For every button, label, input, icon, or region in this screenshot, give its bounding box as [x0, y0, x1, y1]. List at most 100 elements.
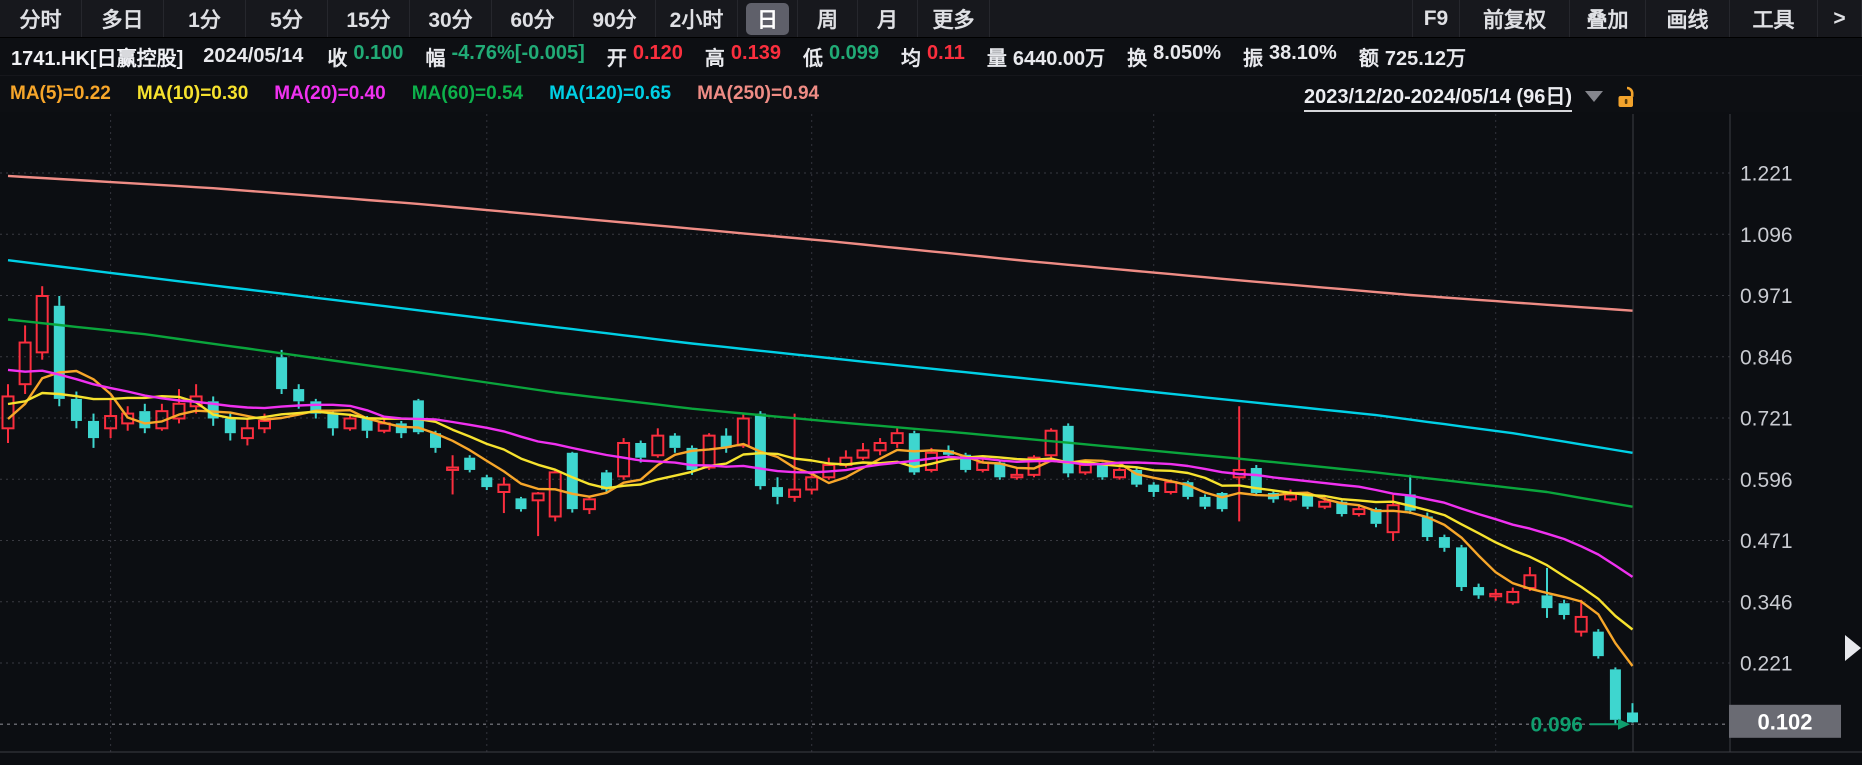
candle-body-up [890, 432, 904, 444]
period-tabs: 分时 多日 1分 5分 15分 30分 60分 90分 2小时日 周 月 更多 [0, 0, 990, 37]
candle-body-down [293, 389, 305, 402]
tab-label: 2小时 [669, 8, 724, 32]
candle-body-up [1318, 500, 1332, 508]
quote-fields: 收 0.100 幅 -4.76%[-0.005] 开 0.120 高 0.139 低 0.099 均… [327, 42, 1488, 71]
field-label: 开 [606, 48, 627, 70]
candle-body-up [531, 492, 545, 502]
tab-label: 月 [877, 8, 898, 32]
y-axis-label: 0.846 [1740, 346, 1793, 369]
tab-分时[interactable]: 分时 [0, 0, 82, 37]
candle-body-down [1148, 484, 1160, 492]
field-value: 0.099 [828, 42, 880, 64]
tab-label: 90分 [592, 8, 637, 32]
tab-30分[interactable]: 30分 [410, 0, 492, 37]
candle-body-down [1199, 496, 1211, 507]
toolbar-more-chevron[interactable]: > [1818, 0, 1862, 37]
field-label: 幅 [425, 48, 446, 70]
trading-app: { "toolbar": { "tabs": ["分时","多日","1分","… [0, 0, 1862, 760]
tab-90分[interactable]: 90分 [574, 0, 656, 37]
tab-60分[interactable]: 60分 [492, 0, 574, 37]
candle-body-up [1078, 464, 1092, 474]
ma-legend-item: MA(20)=0.40 [274, 83, 386, 104]
button-工具[interactable]: 工具 [1730, 0, 1818, 37]
y-axis-label: 0.471 [1740, 530, 1793, 553]
candle-body-up [924, 451, 938, 471]
candle-body-down [1096, 465, 1108, 478]
candle-body-up [1523, 574, 1537, 590]
button-前复权[interactable]: 前复权 [1460, 0, 1570, 37]
ma-legend-bar: MA(5)=0.22 MA(10)=0.30 MA(20)=0.40 MA(60)=0… [0, 76, 1862, 112]
candlestick-chart[interactable]: 1.221 1.096 0.971 0.846 0.721 0.596 0.471 0.346… [0, 112, 1862, 760]
y-axis-label: 0.721 [1740, 408, 1793, 431]
quote-info-bar: 1741.HK[日赢控股] 2024/05/14 收 0.100 幅 -4.76%[-… [0, 38, 1862, 76]
tab-更多[interactable]: 更多 [918, 0, 990, 37]
tab-多日[interactable]: 多日 [82, 0, 164, 37]
y-axis-label: 1.096 [1740, 224, 1793, 247]
candle-body-down [88, 420, 99, 439]
candle-body-down [70, 398, 82, 421]
chart-canvas[interactable]: 1.221 1.096 0.971 0.846 0.721 0.596 0.471 0.346… [0, 112, 1862, 760]
ma-legend-item: MA(5)=0.22 [10, 83, 111, 104]
candle-body-up [1, 395, 15, 430]
field-value: 0.120 [632, 42, 683, 64]
quote-date: 2024/05/14 [203, 45, 304, 67]
candle-body-down [53, 305, 65, 399]
field-value: 0.11 [927, 42, 965, 64]
candle-body-up [1352, 508, 1366, 516]
button-叠加[interactable]: 叠加 [1570, 0, 1646, 37]
tab-1分[interactable]: 1分 [164, 0, 246, 37]
candle-body-up [736, 417, 750, 447]
ma-legend-item: MA(120)=0.65 [549, 83, 672, 104]
candle-body-down [1456, 547, 1467, 588]
candle-body-down [327, 413, 339, 429]
current-price-value: 0.102 [1757, 709, 1812, 734]
y-axis-label: 0.346 [1740, 591, 1793, 614]
candle-body-up [1113, 468, 1126, 479]
tab-周[interactable]: 周 [798, 0, 858, 37]
tab-label: 15分 [346, 8, 391, 32]
candle-body-up [258, 419, 271, 430]
unlock-icon[interactable] [1616, 84, 1637, 109]
y-axis-label: 1.221 [1740, 163, 1793, 186]
ma-legend-item: MA(60)=0.54 [411, 83, 524, 104]
field-label: 量 [986, 48, 1007, 70]
candle-body-down [1627, 712, 1638, 723]
button-画线[interactable]: 画线 [1646, 0, 1730, 37]
tab-日[interactable]: 日 [738, 0, 798, 37]
field-label: 高 [704, 48, 725, 70]
field-label: 收 [327, 48, 348, 70]
tab-label: 多日 [101, 8, 144, 32]
tab-15分[interactable]: 15分 [328, 0, 410, 37]
field-value: 0.139 [730, 42, 781, 64]
field-value: 38.10% [1269, 42, 1337, 64]
field-value: 6440.00万 [1012, 48, 1106, 70]
ma-legend-item: MA(250)=0.94 [697, 83, 820, 104]
candle-body-down [1609, 669, 1621, 720]
y-axis-label: 0.221 [1740, 653, 1793, 676]
tab-label: 更多 [932, 8, 975, 32]
candle-body-up [702, 434, 716, 469]
panel-expand-icon[interactable] [1845, 635, 1861, 661]
candle-body-up [582, 498, 596, 511]
ma-legend-item: MA(10)=0.30 [136, 83, 249, 104]
y-axis-label: 0.596 [1740, 469, 1793, 492]
candle-body-down [772, 487, 783, 497]
chevron-down-icon[interactable] [1585, 90, 1603, 102]
tab-5分[interactable]: 5分 [246, 0, 328, 37]
tab-label: 1分 [188, 8, 221, 32]
candle-body-down [635, 442, 647, 458]
range-text[interactable]: 2023/12/20-2024/05/14 (96日) [1304, 80, 1572, 112]
tab-2小时[interactable]: 2小时 [656, 0, 738, 37]
candle-body-up [873, 441, 887, 452]
candle-body-down [139, 411, 151, 429]
candle-body-up [497, 483, 511, 493]
button-F9[interactable]: F9 [1412, 0, 1460, 37]
tab-月[interactable]: 月 [858, 0, 918, 37]
candle-body-down [1438, 537, 1450, 548]
field-label: 换 [1127, 48, 1148, 70]
range-selector[interactable]: 2023/12/20-2024/05/14 (96日) [1304, 80, 1637, 112]
candle-body-up [1574, 615, 1588, 633]
candle-body-down [276, 357, 288, 390]
candle-body-up [446, 466, 460, 471]
